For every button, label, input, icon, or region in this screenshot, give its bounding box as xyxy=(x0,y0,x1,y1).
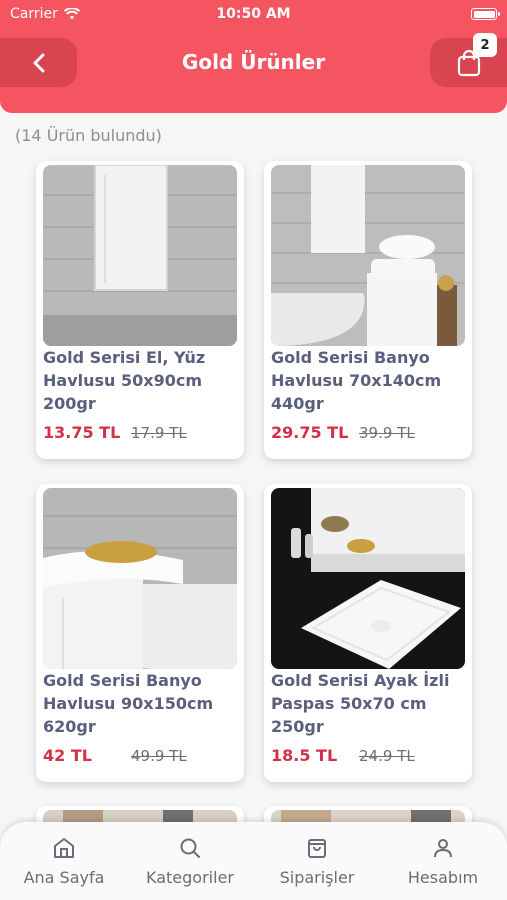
search-icon xyxy=(180,838,200,858)
nav-item-home[interactable]: Ana Sayfa xyxy=(1,836,127,887)
nav-item-account[interactable]: Hesabım xyxy=(380,836,506,887)
product-old-price: 39.9 TL xyxy=(359,424,415,442)
user-icon xyxy=(434,839,452,858)
product-price: 29.75 TL xyxy=(271,423,349,442)
product-card[interactable]: Gold Serisi El, Yüz Havlusu 50x90cm 200g… xyxy=(36,161,244,459)
product-name: Gold Serisi Banyo Havlusu 70x140cm 440gr xyxy=(271,348,442,413)
status-bar: Carrier 10:50 AM xyxy=(0,0,507,30)
product-old-price: 24.9 TL xyxy=(359,747,415,765)
nav-label: Siparişler xyxy=(279,868,355,887)
result-count: (14 Ürün bulundu) xyxy=(15,126,162,145)
product-old-price: 17.9 TL xyxy=(131,424,187,442)
product-card[interactable]: Gold Serisi Banyo Havlusu 90x150cm 620gr… xyxy=(36,484,244,782)
product-name: Gold Serisi Ayak İzli Paspas 50x70 cm 25… xyxy=(271,671,450,736)
product-name: Gold Serisi El, Yüz Havlusu 50x90cm 200g… xyxy=(43,348,206,413)
product-image xyxy=(43,165,237,346)
product-price: 18.5 TL xyxy=(271,746,338,765)
nav-label: Ana Sayfa xyxy=(23,868,105,887)
battery-icon xyxy=(471,8,500,20)
product-image xyxy=(271,165,465,346)
home-icon xyxy=(54,838,74,858)
product-card[interactable]: Gold Serisi Ayak İzli Paspas 50x70 cm 25… xyxy=(264,484,472,782)
cart-count-badge: 2 xyxy=(473,33,497,57)
product-price: 13.75 TL xyxy=(43,423,121,442)
product-price: 42 TL xyxy=(43,746,92,765)
nav-item-orders[interactable]: Siparişler xyxy=(254,836,380,887)
bag-icon xyxy=(308,839,326,858)
bottom-navigation: Ana Sayfa Kategoriler Siparişler Hesabım xyxy=(0,822,507,900)
product-card[interactable]: Gold Serisi Banyo Havlusu 70x140cm 440gr… xyxy=(264,161,472,459)
product-image xyxy=(271,488,465,669)
product-name: Gold Serisi Banyo Havlusu 90x150cm 620gr xyxy=(43,671,214,736)
nav-item-categories[interactable]: Kategoriler xyxy=(127,836,253,887)
product-image xyxy=(43,488,237,669)
product-old-price: 49.9 TL xyxy=(131,747,187,765)
status-time: 10:50 AM xyxy=(216,6,291,22)
nav-label: Kategoriler xyxy=(146,868,234,887)
header-bar: Carrier 10:50 AM Gold Ürünler 2 xyxy=(0,0,507,113)
nav-label: Hesabım xyxy=(407,868,479,887)
